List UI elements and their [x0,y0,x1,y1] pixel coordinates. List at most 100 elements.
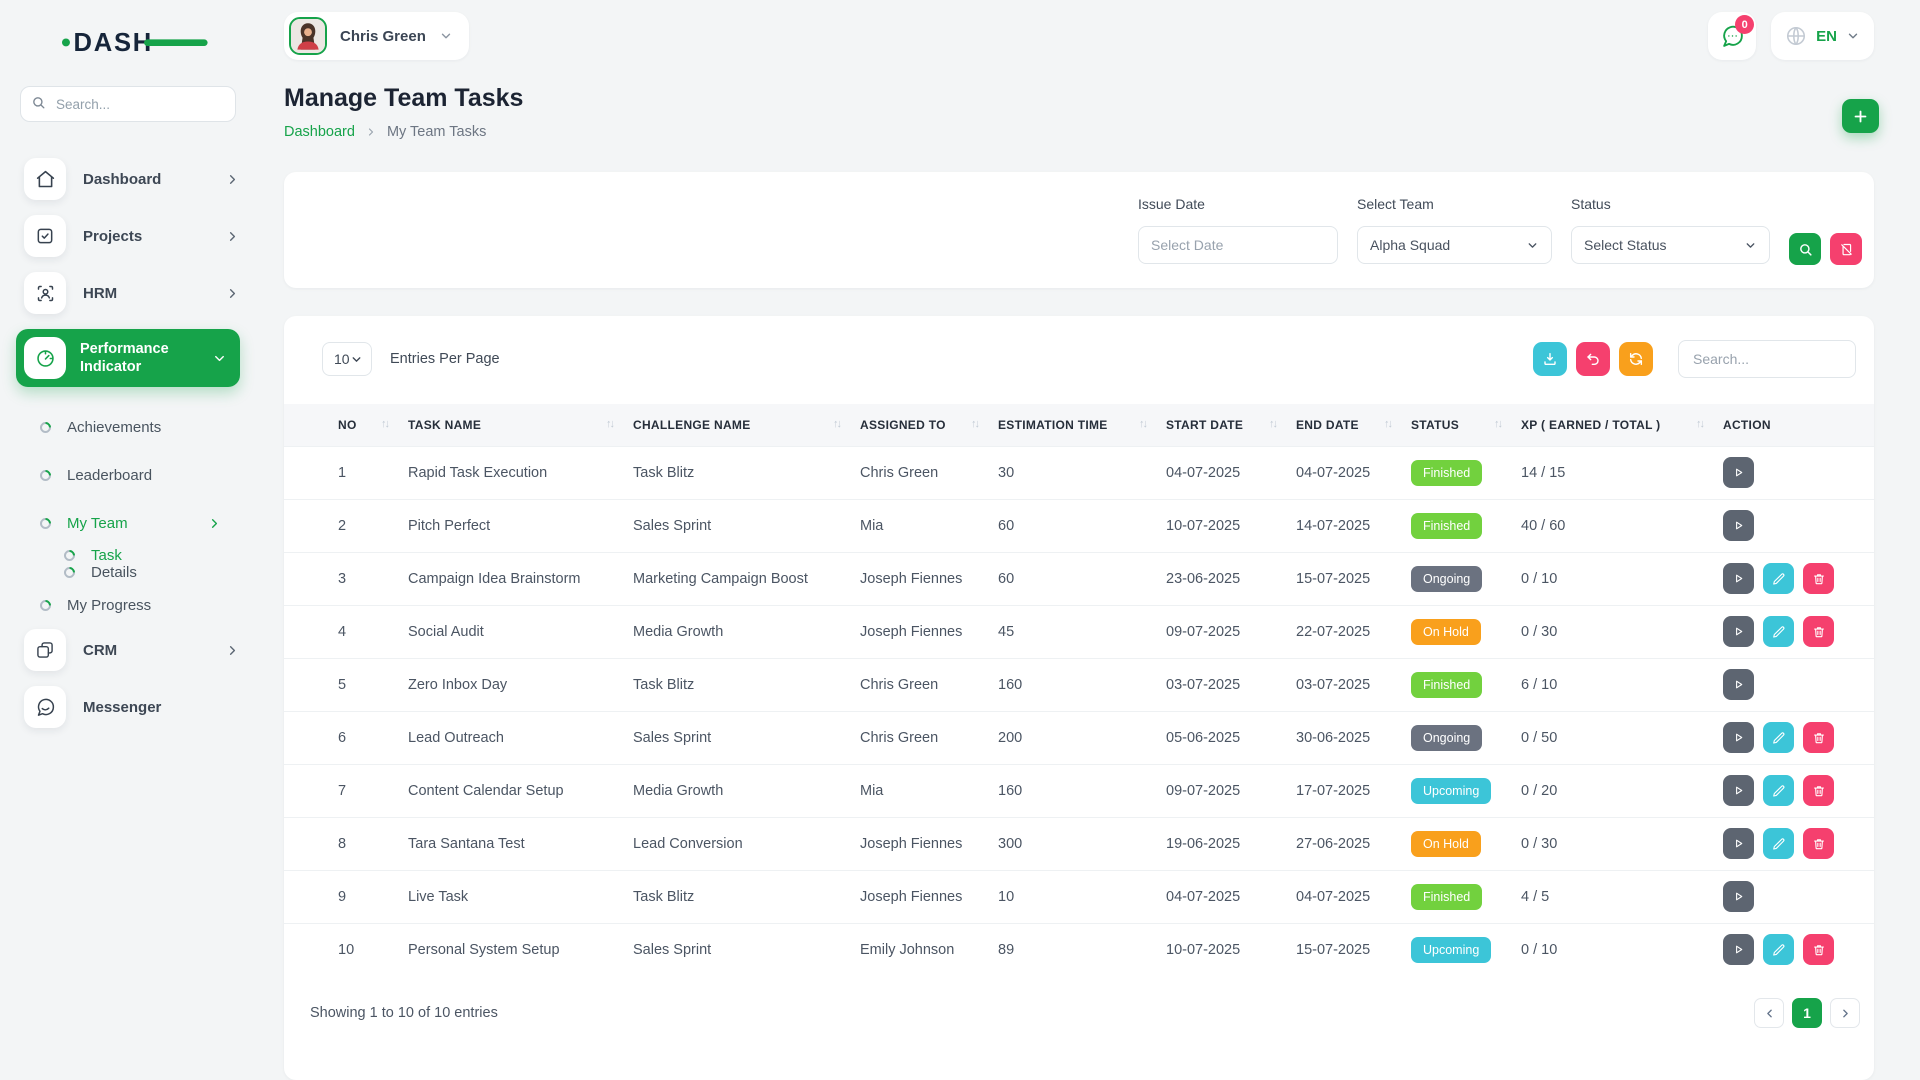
sidebar-item-leaderboard[interactable]: Leaderboard [40,451,232,499]
view-task-button[interactable] [1723,563,1754,594]
cell-actions [1723,446,1874,499]
view-task-button[interactable] [1723,881,1754,912]
view-task-button[interactable] [1723,722,1754,753]
sidebar-item-hrm[interactable]: HRM [24,272,240,314]
column-header-estimation-time[interactable]: ESTIMATION TIME↑↓ [998,404,1166,446]
cell-no: 10 [284,923,408,976]
add-task-button[interactable] [1842,99,1879,133]
cell-start-date: 09-07-2025 [1166,764,1296,817]
refresh-icon [1628,351,1644,367]
delete-task-button[interactable] [1803,934,1834,965]
view-task-button[interactable] [1723,828,1754,859]
view-task-button[interactable] [1723,616,1754,647]
column-label: START DATE [1166,418,1243,432]
column-header-task-name[interactable]: TASK NAME↑↓ [408,404,633,446]
sidebar-item-achievements[interactable]: Achievements [40,403,232,451]
column-header-start-date[interactable]: START DATE↑↓ [1166,404,1296,446]
user-menu[interactable]: Chris Green [284,12,469,60]
delete-task-button[interactable] [1803,616,1834,647]
view-task-button[interactable] [1723,510,1754,541]
edit-task-button[interactable] [1763,616,1794,647]
cell-estimation-time: 200 [998,711,1166,764]
edit-task-button[interactable] [1763,775,1794,806]
cell-challenge-name: Sales Sprint [633,923,860,976]
status-badge: Ongoing [1411,566,1482,592]
language-selector[interactable]: EN [1771,12,1874,60]
delete-task-button[interactable] [1803,722,1834,753]
cell-estimation-time: 45 [998,605,1166,658]
column-header-challenge-name[interactable]: CHALLENGE NAME↑↓ [633,404,860,446]
sidebar-search-input[interactable] [20,86,236,122]
main-content: Chris Green 0 [284,0,1874,1080]
breadcrumb-dashboard-link[interactable]: Dashboard [284,124,355,140]
next-page-button[interactable] [1830,998,1860,1028]
cell-assigned-to: Joseph Fiennes [860,870,998,923]
cell-challenge-name: Media Growth [633,605,860,658]
sidebar-item-messenger[interactable]: Messenger [24,686,240,728]
view-task-button[interactable] [1723,669,1754,700]
cell-end-date: 27-06-2025 [1296,817,1411,870]
chevron-down-icon [439,29,453,43]
delete-task-button[interactable] [1803,828,1834,859]
refresh-button[interactable] [1619,342,1653,376]
table-row: 7Content Calendar SetupMedia GrowthMia16… [284,764,1874,817]
cell-xp: 0 / 10 [1521,552,1723,605]
sidebar-item-projects[interactable]: Projects [24,215,240,257]
sort-icon: ↑↓ [1139,418,1146,430]
sidebar-item-label: Leaderboard [67,467,152,484]
edit-task-button[interactable] [1763,934,1794,965]
cell-task-name: Campaign Idea Brainstorm [408,552,633,605]
column-header-assigned-to[interactable]: ASSIGNED TO↑↓ [860,404,998,446]
delete-task-button[interactable] [1803,775,1834,806]
cell-actions [1723,764,1874,817]
breadcrumb: Dashboard My Team Tasks [284,124,1874,140]
edit-icon [1772,625,1786,639]
cell-start-date: 05-06-2025 [1166,711,1296,764]
entries-per-page-select[interactable]: 10 [322,342,372,376]
cell-end-date: 15-07-2025 [1296,552,1411,605]
team-select[interactable]: Alpha Squad [1357,226,1552,264]
search-icon [31,95,46,110]
table-search-input[interactable] [1678,340,1856,378]
cell-start-date: 09-07-2025 [1166,605,1296,658]
issue-date-input[interactable] [1138,226,1338,264]
sidebar-item-my-team[interactable]: My Team [40,499,232,547]
cell-challenge-name: Task Blitz [633,870,860,923]
previous-page-button[interactable] [1754,998,1784,1028]
status-select[interactable]: Select Status [1571,226,1770,264]
messages-button[interactable]: 0 [1708,12,1756,60]
edit-task-button[interactable] [1763,563,1794,594]
clear-filter-button[interactable] [1830,233,1862,265]
sidebar-item-task[interactable]: Task [64,547,256,564]
status-badge: On Hold [1411,619,1481,645]
brand-logo[interactable]: DASH [62,24,256,60]
sidebar-item-label: Projects [83,228,142,245]
apply-filter-button[interactable] [1789,233,1821,265]
page-1-button[interactable]: 1 [1792,998,1822,1028]
column-header-xp-earned-total[interactable]: XP ( EARNED / TOTAL )↑↓ [1521,404,1723,446]
sidebar-item-details[interactable]: Details [64,564,256,581]
edit-task-button[interactable] [1763,828,1794,859]
column-header-status[interactable]: STATUS↑↓ [1411,404,1521,446]
undo-button[interactable] [1576,342,1610,376]
view-task-button[interactable] [1723,457,1754,488]
sidebar-item-performance-indicator[interactable]: Performance Indicator [16,329,240,387]
column-header-end-date[interactable]: END DATE↑↓ [1296,404,1411,446]
sidebar-item-dashboard[interactable]: Dashboard [24,158,240,200]
search-icon [1798,242,1813,257]
sidebar-item-label: Dashboard [83,171,161,188]
cell-status: On Hold [1411,605,1521,658]
cell-start-date: 19-06-2025 [1166,817,1296,870]
column-header-no[interactable]: NO↑↓ [284,404,408,446]
view-task-button[interactable] [1723,934,1754,965]
cell-estimation-time: 89 [998,923,1166,976]
delete-task-button[interactable] [1803,563,1834,594]
export-button[interactable] [1533,342,1567,376]
view-task-button[interactable] [1723,775,1754,806]
edit-task-button[interactable] [1763,722,1794,753]
delete-icon [1812,625,1826,639]
sidebar-item-crm[interactable]: CRM [24,629,240,671]
chevron-down-icon [1526,239,1539,252]
edit-icon [1772,784,1786,798]
sidebar-item-my-progress[interactable]: My Progress [40,581,232,629]
